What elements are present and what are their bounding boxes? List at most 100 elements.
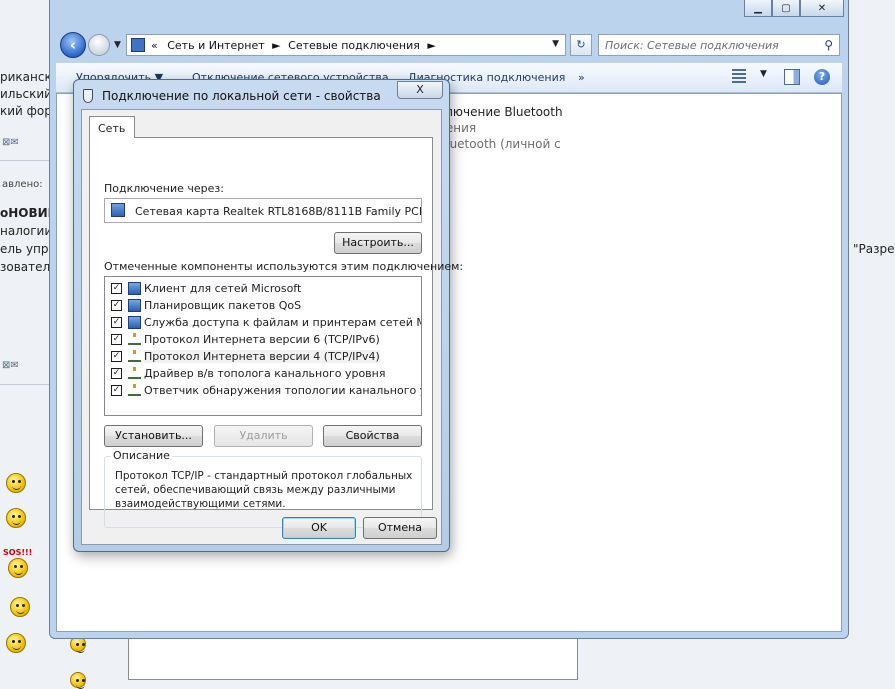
maximize-icon: ▢ <box>781 2 791 14</box>
adapter-name: Сетевая карта Realtek RTL8168B/8111B Fam… <box>135 205 422 218</box>
sos-smiley-label: SOS!!! <box>3 548 33 557</box>
component-label: Протокол Интернета версии 4 (TCP/IPv4) <box>144 350 380 363</box>
address-bar[interactable]: « Сеть и Интернет ► Сетевые подключения … <box>126 34 566 56</box>
network-card-icon <box>111 203 125 217</box>
network-service-icon <box>128 316 141 329</box>
more-commands-button[interactable]: » <box>578 71 585 84</box>
component-label: Драйвер в/в тополога канального уровня <box>144 367 386 380</box>
component-checkbox[interactable]: ✓ <box>111 317 122 328</box>
smiley-icon[interactable] <box>8 558 28 578</box>
smiley-icon[interactable] <box>10 597 30 617</box>
network-adapter-icon <box>83 89 93 103</box>
components-list[interactable]: ✓ Клиент для сетей Microsoft ✓ Планировщ… <box>104 276 422 416</box>
tab-network[interactable]: Сеть <box>89 116 135 138</box>
dialog-title: Подключение по локальной сети - свойства <box>102 89 381 103</box>
component-checkbox[interactable]: ✓ <box>111 334 122 345</box>
protocol-icon <box>128 367 141 379</box>
component-row[interactable]: ✓ Драйвер в/в тополога канального уровня <box>111 366 421 382</box>
breadcrumb-item-network-internet[interactable]: Сеть и Интернет <box>167 39 264 52</box>
chevron-right-icon[interactable]: ► <box>427 39 435 52</box>
description-legend: Описание <box>111 449 172 462</box>
component-label: Ответчик обнаружения топологии канальног… <box>144 384 421 397</box>
close-icon: X <box>416 83 424 96</box>
component-row[interactable]: ✓ Ответчик обнаружения топологии канальн… <box>111 383 421 399</box>
refresh-button[interactable]: ↻ <box>570 34 592 56</box>
description-text: Протокол TCP/IP - стандартный протокол г… <box>115 470 413 510</box>
adapter-field[interactable]: Сетевая карта Realtek RTL8168B/8111B Fam… <box>104 198 422 223</box>
cancel-button[interactable]: Отмена <box>363 517 437 539</box>
dialog-close-button[interactable]: X <box>397 81 443 99</box>
minimize-button[interactable]: ▁ <box>744 0 772 17</box>
bg-right-text: "Разре <box>853 242 895 256</box>
component-row[interactable]: ✓ Протокол Интернета версии 6 (TCP/IPv6) <box>111 332 421 348</box>
protocol-icon <box>128 384 141 396</box>
component-checkbox[interactable]: ✓ <box>111 300 122 311</box>
back-arrow-icon: ‹ <box>69 36 77 54</box>
bluetooth-connection-item[interactable]: ключение Bluetooth нения Bluetooth (личн… <box>438 104 563 152</box>
component-label: Протокол Интернета версии 6 (TCP/IPv6) <box>144 333 380 346</box>
close-icon: ✕ <box>817 2 827 14</box>
maximize-button[interactable]: ▢ <box>772 0 800 17</box>
bluetooth-connection-status: нения <box>438 121 477 135</box>
component-checkbox[interactable]: ✓ <box>111 385 122 396</box>
component-row[interactable]: ✓ Клиент для сетей Microsoft <box>111 281 421 297</box>
network-service-icon <box>128 299 141 312</box>
properties-button[interactable]: Свойства <box>323 425 422 447</box>
breadcrumb-item-network-connections[interactable]: Сетевые подключения <box>288 39 420 52</box>
address-history-dropdown[interactable]: ▼ <box>552 39 559 49</box>
close-button[interactable]: ✕ <box>800 0 844 17</box>
components-label: Отмеченные компоненты используются этим … <box>104 260 464 273</box>
breadcrumb: « Сеть и Интернет ► Сетевые подключения … <box>151 39 436 52</box>
search-icon[interactable]: ⚲ <box>824 38 833 52</box>
component-label: Клиент для сетей Microsoft <box>144 282 302 295</box>
component-checkbox[interactable]: ✓ <box>111 351 122 362</box>
protocol-icon <box>128 350 141 362</box>
component-row[interactable]: ✓ Служба доступа к файлам и принтерам се… <box>111 315 421 331</box>
bg-text-line: налогии <box>0 224 53 238</box>
breadcrumb-overflow[interactable]: « <box>151 39 158 52</box>
smiley-icon[interactable] <box>6 508 26 528</box>
refresh-icon: ↻ <box>576 38 586 51</box>
network-tab-panel: Подключение через: Сетевая карта Realtek… <box>89 137 463 528</box>
view-tools: ▼ ? <box>732 69 830 85</box>
component-checkbox[interactable]: ✓ <box>111 283 122 294</box>
bg-text-line: ильский <box>0 87 52 101</box>
search-input[interactable]: Поиск: Сетевые подключения <box>605 39 779 52</box>
component-label: Планировщик пакетов QoS <box>144 299 302 312</box>
bluetooth-connection-device: Bluetooth (личной с <box>438 137 561 151</box>
dialog-body: Сеть Подключение через: Сетевая карта Re… <box>81 109 463 545</box>
smiley-icon[interactable] <box>6 473 26 493</box>
back-button[interactable]: ‹ <box>60 32 86 58</box>
lan-properties-dialog: Подключение по локальной сети - свойства… <box>73 79 463 552</box>
chevron-right-icon[interactable]: ► <box>272 39 280 52</box>
smiley-icon[interactable] <box>70 672 86 689</box>
smiley-icon[interactable] <box>6 633 26 653</box>
mail-icon[interactable]: ⊠✉ <box>2 360 24 372</box>
component-row[interactable]: ✓ Планировщик пакетов QoS <box>111 298 421 314</box>
forward-button[interactable] <box>88 34 110 56</box>
help-icon[interactable]: ? <box>814 69 830 85</box>
window-caption-buttons: ▁ ▢ ✕ <box>744 0 844 17</box>
connect-using-label: Подключение через: <box>104 182 224 195</box>
navigation-bar: ‹ ▼ « Сеть и Интернет ► Сетевые подключе… <box>56 32 842 60</box>
preview-pane-icon[interactable] <box>784 69 800 85</box>
minimize-icon: ▁ <box>754 2 762 14</box>
recent-pages-dropdown[interactable]: ▼ <box>114 40 121 50</box>
component-row[interactable]: ✓ Протокол Интернета версии 4 (TCP/IPv4) <box>111 349 421 365</box>
mail-icon[interactable]: ⊠✉ <box>2 137 24 149</box>
change-view-icon[interactable] <box>732 69 746 85</box>
network-client-icon <box>128 282 141 295</box>
configure-button[interactable]: Настроить... <box>334 232 422 254</box>
bg-updated-label: авлено: <box>2 179 43 190</box>
bluetooth-connection-title: ключение Bluetooth <box>438 105 563 119</box>
ok-button[interactable]: OK <box>282 517 356 539</box>
uninstall-button[interactable]: Удалить <box>214 425 313 447</box>
search-box[interactable]: Поиск: Сетевые подключения ⚲ <box>598 34 840 56</box>
install-button[interactable]: Установить... <box>104 425 203 447</box>
component-checkbox[interactable]: ✓ <box>111 368 122 379</box>
component-label: Служба доступа к файлам и принтерам сете… <box>144 316 421 329</box>
reply-textarea[interactable] <box>128 638 578 680</box>
network-folder-icon <box>131 38 145 52</box>
protocol-icon <box>128 333 141 345</box>
view-dropdown-icon[interactable]: ▼ <box>760 69 770 85</box>
